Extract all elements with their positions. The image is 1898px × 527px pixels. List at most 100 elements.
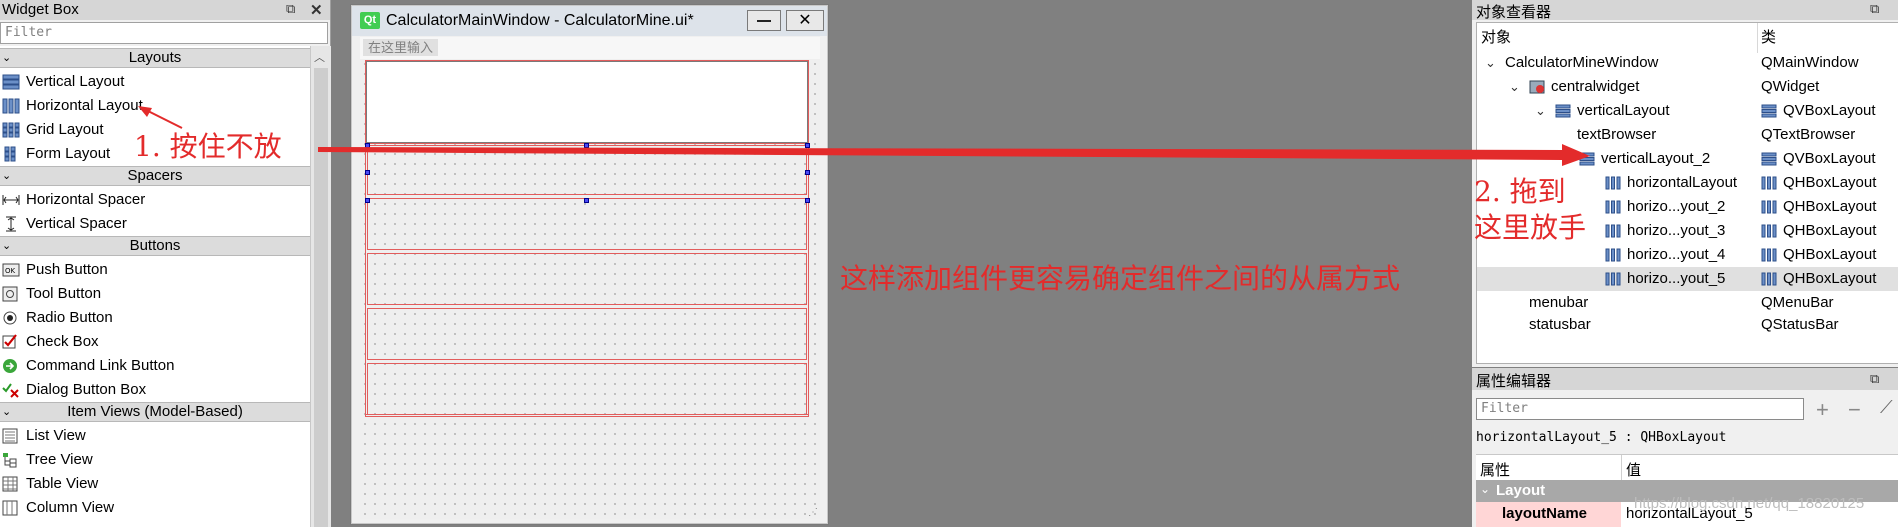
size-grip-icon[interactable]: ⋰ (808, 507, 818, 518)
configure-icon[interactable]: ⟋ (1880, 397, 1893, 418)
scrollbar-thumb[interactable] (314, 68, 328, 527)
column-header-property[interactable]: 属性 (1480, 459, 1510, 480)
resize-handle[interactable] (365, 143, 370, 148)
category-spacers[interactable]: ⌄ Spacers (0, 166, 310, 186)
item-label: Push Button (26, 261, 108, 278)
float-icon[interactable]: ⧉ (286, 1, 295, 17)
widget-item-command-link-button[interactable]: Command Link Button (0, 354, 310, 378)
tree-row[interactable]: horizo...yout_4 QHBoxLayout (1477, 243, 1898, 267)
column-header-value[interactable]: 值 (1626, 459, 1641, 480)
object-name: horizo...yout_2 (1627, 198, 1726, 215)
list-view-icon (2, 428, 18, 444)
category-buttons[interactable]: ⌄ Buttons (0, 236, 310, 256)
chevron-down-icon: ⌄ (1561, 151, 1572, 166)
item-label: Check Box (26, 333, 99, 350)
property-editor-title: 属性编辑器 (1476, 373, 1552, 390)
property-filter-input[interactable]: Filter (1476, 398, 1804, 420)
object-class: QVBoxLayout (1783, 150, 1876, 167)
column-header-object[interactable]: 对象 (1481, 23, 1758, 53)
category-label: Spacers (127, 167, 183, 184)
widget-item-tree-view[interactable]: Tree View (0, 448, 310, 472)
category-layouts[interactable]: ⌄ Layouts (0, 48, 310, 68)
resize-handle[interactable] (584, 143, 589, 148)
object-name: horizontalLayout (1627, 174, 1738, 191)
item-label: Grid Layout (26, 121, 104, 138)
add-property-icon[interactable]: + (1816, 397, 1829, 423)
horizontal-layout-2-frame[interactable] (367, 198, 807, 250)
selected-object-line: horizontalLayout_5 : QHBoxLayout (1476, 430, 1727, 445)
item-label: Radio Button (26, 309, 113, 326)
item-label: Vertical Layout (26, 73, 125, 90)
central-widget-canvas[interactable]: ⋰ (360, 59, 820, 519)
horizontal-layout-5-frame[interactable] (367, 363, 807, 415)
category-label: Buttons (129, 237, 181, 254)
widget-item-horizontal-layout[interactable]: Horizontal Layout (0, 94, 310, 118)
widget-item-table-view[interactable]: Table View (0, 472, 310, 496)
push-button-icon: OK (2, 263, 20, 277)
widget-item-list-view[interactable]: List View (0, 424, 310, 448)
category-item-views[interactable]: ⌄ Item Views (Model-Based) (0, 402, 310, 422)
form-titlebar[interactable]: Qt CalculatorMainWindow - CalculatorMine… (352, 6, 827, 36)
widget-item-column-view[interactable]: Column View (0, 496, 310, 520)
horizontal-layout-4-frame[interactable] (367, 308, 807, 360)
resize-handle[interactable] (805, 143, 810, 148)
tree-row[interactable]: ⌄ verticalLayout_2 QVBoxLayout (1477, 147, 1898, 171)
close-button[interactable]: ✕ (786, 10, 824, 31)
watermark: https://blog.csdn.net/qq_18820125 (1634, 495, 1865, 512)
widget-list: ⌄ Layouts Vertical Layout Horizontal Layo… (0, 46, 310, 527)
annotation-step2-line2: 这里放手 (1474, 211, 1587, 244)
tree-row-selected[interactable]: horizo...yout_5 QHBoxLayout (1477, 267, 1898, 291)
resize-handle[interactable] (805, 170, 810, 175)
widget-item-push-button[interactable]: OK Push Button (0, 258, 310, 282)
dialog-button-box-icon (2, 383, 19, 398)
tree-row[interactable]: textBrowser QTextBrowser (1477, 123, 1898, 147)
widget-item-radio-button[interactable]: Radio Button (0, 306, 310, 330)
tree-row[interactable]: menubar QMenuBar (1477, 291, 1898, 315)
widget-item-dialog-button-box[interactable]: Dialog Button Box (0, 378, 310, 402)
menu-type-here[interactable]: 在这里输入 (363, 39, 439, 56)
horizontal-layout-3-frame[interactable] (367, 253, 807, 305)
object-class: QHBoxLayout (1783, 246, 1877, 263)
widget-list-scrollbar[interactable]: ︿ (310, 46, 331, 527)
text-browser[interactable] (366, 61, 808, 143)
item-label: Tool Button (26, 285, 102, 302)
form-layout-icon (4, 146, 16, 162)
float-icon[interactable]: ⧉ (1870, 1, 1879, 17)
widget-item-vertical-layout[interactable]: Vertical Layout (0, 70, 310, 94)
float-icon[interactable]: ⧉ (1870, 371, 1879, 387)
widget-box-titlebar: Widget Box ⧉ ✕ (0, 0, 330, 20)
item-label: Vertical Spacer (26, 215, 127, 232)
resize-handle[interactable] (365, 198, 370, 203)
command-link-icon (3, 359, 17, 373)
designer-form-window[interactable]: Qt CalculatorMainWindow - CalculatorMine… (350, 4, 829, 525)
remove-property-icon[interactable]: − (1848, 397, 1861, 423)
widget-item-vertical-spacer[interactable]: Vertical Spacer (0, 212, 310, 236)
resize-handle[interactable] (805, 198, 810, 203)
form-menubar[interactable]: 在这里输入 (360, 37, 820, 59)
tree-row[interactable]: statusbar QStatusBar (1477, 313, 1898, 337)
tree-row[interactable]: ⌄ verticalLayout QVBoxLayout (1477, 99, 1898, 123)
chevron-down-icon: ⌄ (1480, 482, 1491, 496)
table-view-icon (2, 476, 18, 492)
item-label: Table View (26, 475, 99, 492)
resize-handle[interactable] (365, 170, 370, 175)
object-class: QMenuBar (1761, 294, 1834, 311)
close-icon[interactable]: ✕ (310, 1, 323, 19)
column-header-class[interactable]: 类 (1761, 23, 1898, 53)
tree-row[interactable]: ⌄ centralwidget QWidget (1477, 75, 1898, 99)
minimize-button[interactable] (747, 10, 781, 31)
filter-placeholder: Filter (5, 25, 52, 40)
horizontal-layout-frame[interactable] (367, 145, 807, 195)
chevron-down-icon: ⌄ (2, 52, 12, 64)
vertical-layout-icon (1579, 152, 1595, 166)
widget-item-check-box[interactable]: Check Box (0, 330, 310, 354)
chevron-up-icon[interactable]: ︿ (314, 49, 325, 65)
widget-filter-input[interactable]: Filter (0, 22, 328, 44)
item-label: Form Layout (26, 145, 111, 162)
horizontal-spacer-icon (2, 195, 20, 205)
resize-handle[interactable] (584, 198, 589, 203)
vertical-spacer-icon (6, 216, 16, 232)
tree-row[interactable]: ⌄ CalculatorMineWindow QMainWindow (1477, 51, 1898, 75)
widget-item-horizontal-spacer[interactable]: Horizontal Spacer (0, 188, 310, 212)
widget-item-tool-button[interactable]: Tool Button (0, 282, 310, 306)
